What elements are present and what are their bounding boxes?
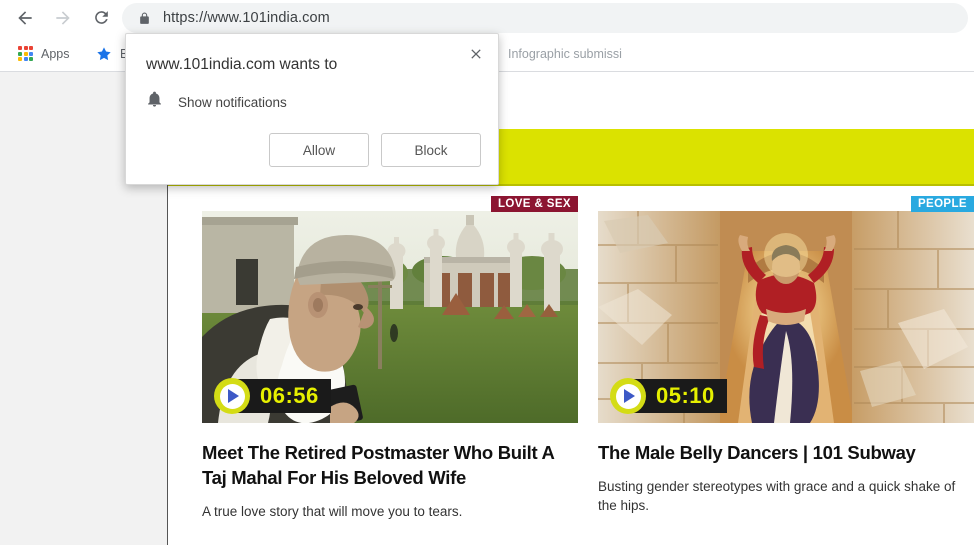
play-icon[interactable] [610, 378, 646, 414]
card-title[interactable]: Meet The Retired Postmaster Who Built A … [202, 440, 578, 490]
play-icon-inner [615, 383, 641, 409]
star-icon [96, 46, 112, 62]
bell-icon [146, 90, 163, 114]
permission-row: Show notifications [146, 90, 287, 114]
bookmark-infographic-label: Infographic submissi [508, 46, 622, 61]
card-description: Busting gender stereotypes with grace an… [598, 479, 956, 513]
duration-text: 05:10 [656, 383, 715, 408]
video-thumbnail[interactable]: 06:56 [202, 211, 578, 423]
back-arrow-icon [18, 10, 32, 25]
play-icon[interactable] [214, 378, 250, 414]
bookmark-apps[interactable]: Apps [10, 35, 78, 72]
card-description: A true love story that will move you to … [202, 504, 463, 519]
bookmark-apps-label: Apps [41, 46, 70, 61]
close-icon [471, 49, 481, 59]
duration-badge: 05:10 [610, 378, 727, 414]
apps-grid-icon [18, 46, 33, 61]
navigation-buttons [8, 0, 118, 35]
duration-text: 06:56 [260, 383, 319, 408]
allow-button[interactable]: Allow [269, 133, 369, 167]
reload-button[interactable] [84, 1, 118, 35]
play-triangle-icon [228, 389, 239, 403]
browser-toolbar: https://www.101india.com [0, 0, 974, 35]
close-button[interactable] [462, 40, 490, 68]
forward-button[interactable] [46, 1, 80, 35]
address-bar[interactable]: https://www.101india.com [122, 3, 968, 33]
video-card[interactable]: LOVE & SEX 06:56 Meet The Retired Postma… [202, 196, 578, 521]
back-button[interactable] [8, 1, 42, 35]
bookmark-infographic[interactable]: Infographic submissi [500, 35, 630, 72]
dialog-title: www.101india.com wants to [146, 56, 338, 73]
browser-window: LOVE & SEX 06:56 Meet The Retired Postma… [0, 0, 974, 545]
video-card[interactable]: PEOPLE 05:10 The Male Belly Dancers | 10… [598, 196, 974, 521]
video-card-list: LOVE & SEX 06:56 Meet The Retired Postma… [202, 196, 974, 521]
card-title[interactable]: The Male Belly Dancers | 101 Subway [598, 440, 974, 465]
notification-permission-dialog: www.101india.com wants to Show notificat… [125, 33, 499, 185]
reload-icon [94, 11, 108, 24]
duration-badge: 06:56 [214, 378, 331, 414]
category-badge[interactable]: PEOPLE [910, 196, 974, 212]
permission-label: Show notifications [178, 94, 287, 110]
forward-arrow-icon [56, 10, 70, 25]
play-triangle-icon [624, 389, 635, 403]
video-thumbnail[interactable]: 05:10 [598, 211, 974, 423]
block-button[interactable]: Block [381, 133, 481, 167]
url-text: https://www.101india.com [163, 10, 330, 26]
dialog-actions: Allow Block [269, 133, 481, 167]
play-icon-inner [219, 383, 245, 409]
category-badge[interactable]: LOVE & SEX [490, 196, 578, 212]
lock-icon [138, 11, 151, 26]
